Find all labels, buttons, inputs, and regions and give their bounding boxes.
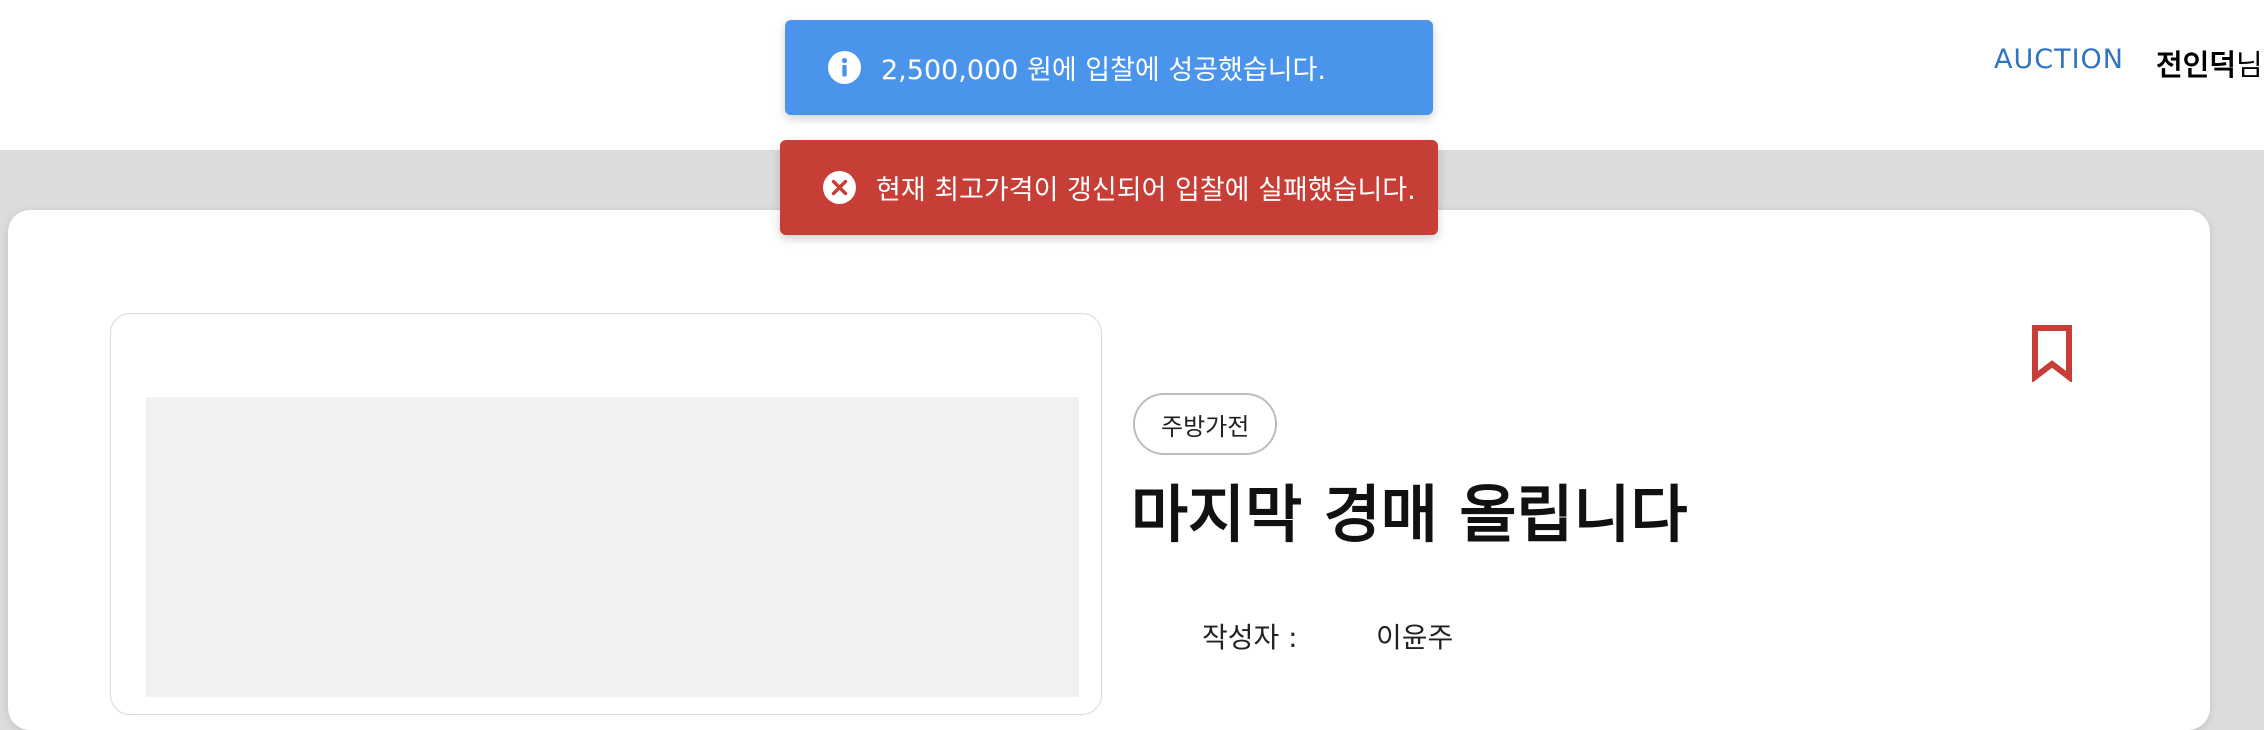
bookmark-icon[interactable]	[2030, 324, 2074, 384]
error-toast[interactable]: 현재 최고가격이 갱신되어 입찰에 실패했습니다.	[780, 140, 1438, 235]
category-label: 주방가전	[1161, 412, 1250, 441]
user-greeting[interactable]: 전인덕님	[2156, 42, 2263, 84]
item-title: 마지막 경매 올립니다	[1131, 478, 1688, 551]
success-toast-message: 2,500,000 원에 입찰에 성공했습니다.	[881, 55, 1326, 86]
close-circle-icon	[823, 171, 856, 204]
author-label: 작성자 :	[1202, 621, 1298, 654]
info-icon	[828, 51, 861, 84]
error-toast-message: 현재 최고가격이 갱신되어 입찰에 실패했습니다.	[876, 175, 1416, 206]
product-image	[146, 397, 1079, 697]
user-name: 전인덕	[2156, 48, 2237, 82]
success-toast[interactable]: 2,500,000 원에 입찰에 성공했습니다.	[785, 20, 1433, 115]
nav-auction-link[interactable]: AUCTION	[1994, 44, 2124, 75]
author-value: 이윤주	[1376, 621, 1454, 654]
category-chip: 주방가전	[1133, 393, 1278, 455]
user-suffix: 님	[2236, 48, 2263, 82]
